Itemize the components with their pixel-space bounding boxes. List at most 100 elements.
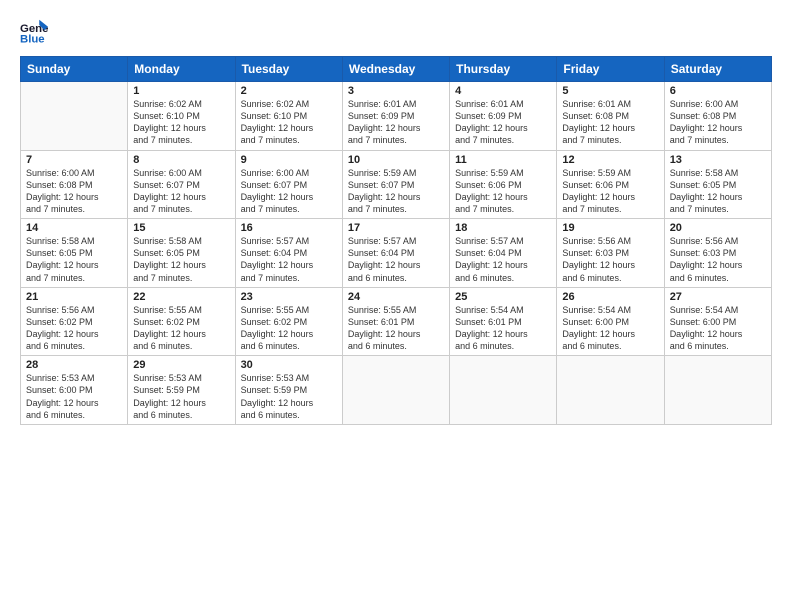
calendar-cell bbox=[342, 356, 449, 425]
day-number: 14 bbox=[26, 222, 122, 234]
day-number: 2 bbox=[241, 85, 337, 97]
calendar-cell: 28Sunrise: 5:53 AM Sunset: 6:00 PM Dayli… bbox=[21, 356, 128, 425]
day-info: Sunrise: 5:54 AM Sunset: 6:00 PM Dayligh… bbox=[562, 304, 658, 353]
calendar-week-row: 7Sunrise: 6:00 AM Sunset: 6:08 PM Daylig… bbox=[21, 150, 772, 219]
calendar-cell: 21Sunrise: 5:56 AM Sunset: 6:02 PM Dayli… bbox=[21, 287, 128, 356]
day-number: 18 bbox=[455, 222, 551, 234]
day-info: Sunrise: 5:58 AM Sunset: 6:05 PM Dayligh… bbox=[26, 235, 122, 284]
day-info: Sunrise: 6:01 AM Sunset: 6:09 PM Dayligh… bbox=[455, 98, 551, 147]
day-number: 23 bbox=[241, 291, 337, 303]
header: General Blue bbox=[20, 18, 772, 46]
day-info: Sunrise: 5:57 AM Sunset: 6:04 PM Dayligh… bbox=[241, 235, 337, 284]
calendar-cell: 7Sunrise: 6:00 AM Sunset: 6:08 PM Daylig… bbox=[21, 150, 128, 219]
calendar-header-row: SundayMondayTuesdayWednesdayThursdayFrid… bbox=[21, 57, 772, 82]
day-number: 30 bbox=[241, 359, 337, 371]
calendar-cell: 2Sunrise: 6:02 AM Sunset: 6:10 PM Daylig… bbox=[235, 82, 342, 151]
day-info: Sunrise: 5:55 AM Sunset: 6:02 PM Dayligh… bbox=[241, 304, 337, 353]
day-number: 20 bbox=[670, 222, 766, 234]
day-number: 25 bbox=[455, 291, 551, 303]
calendar-cell: 5Sunrise: 6:01 AM Sunset: 6:08 PM Daylig… bbox=[557, 82, 664, 151]
day-info: Sunrise: 5:53 AM Sunset: 6:00 PM Dayligh… bbox=[26, 372, 122, 421]
day-info: Sunrise: 5:54 AM Sunset: 6:01 PM Dayligh… bbox=[455, 304, 551, 353]
day-info: Sunrise: 5:55 AM Sunset: 6:01 PM Dayligh… bbox=[348, 304, 444, 353]
day-info: Sunrise: 5:53 AM Sunset: 5:59 PM Dayligh… bbox=[241, 372, 337, 421]
day-number: 26 bbox=[562, 291, 658, 303]
calendar-cell: 14Sunrise: 5:58 AM Sunset: 6:05 PM Dayli… bbox=[21, 219, 128, 288]
day-info: Sunrise: 5:53 AM Sunset: 5:59 PM Dayligh… bbox=[133, 372, 229, 421]
day-number: 16 bbox=[241, 222, 337, 234]
calendar-week-row: 14Sunrise: 5:58 AM Sunset: 6:05 PM Dayli… bbox=[21, 219, 772, 288]
day-number: 8 bbox=[133, 154, 229, 166]
day-number: 27 bbox=[670, 291, 766, 303]
weekday-header: Tuesday bbox=[235, 57, 342, 82]
calendar-cell: 25Sunrise: 5:54 AM Sunset: 6:01 PM Dayli… bbox=[450, 287, 557, 356]
day-info: Sunrise: 5:59 AM Sunset: 6:06 PM Dayligh… bbox=[562, 167, 658, 216]
calendar-week-row: 21Sunrise: 5:56 AM Sunset: 6:02 PM Dayli… bbox=[21, 287, 772, 356]
day-info: Sunrise: 5:58 AM Sunset: 6:05 PM Dayligh… bbox=[133, 235, 229, 284]
calendar-cell: 4Sunrise: 6:01 AM Sunset: 6:09 PM Daylig… bbox=[450, 82, 557, 151]
day-info: Sunrise: 6:02 AM Sunset: 6:10 PM Dayligh… bbox=[133, 98, 229, 147]
day-info: Sunrise: 6:00 AM Sunset: 6:07 PM Dayligh… bbox=[133, 167, 229, 216]
day-info: Sunrise: 5:57 AM Sunset: 6:04 PM Dayligh… bbox=[348, 235, 444, 284]
calendar-week-row: 28Sunrise: 5:53 AM Sunset: 6:00 PM Dayli… bbox=[21, 356, 772, 425]
day-number: 4 bbox=[455, 85, 551, 97]
day-info: Sunrise: 6:01 AM Sunset: 6:08 PM Dayligh… bbox=[562, 98, 658, 147]
day-number: 24 bbox=[348, 291, 444, 303]
calendar-cell: 18Sunrise: 5:57 AM Sunset: 6:04 PM Dayli… bbox=[450, 219, 557, 288]
day-info: Sunrise: 5:55 AM Sunset: 6:02 PM Dayligh… bbox=[133, 304, 229, 353]
day-info: Sunrise: 6:01 AM Sunset: 6:09 PM Dayligh… bbox=[348, 98, 444, 147]
calendar-cell: 11Sunrise: 5:59 AM Sunset: 6:06 PM Dayli… bbox=[450, 150, 557, 219]
logo-icon: General Blue bbox=[20, 18, 48, 46]
calendar-week-row: 1Sunrise: 6:02 AM Sunset: 6:10 PM Daylig… bbox=[21, 82, 772, 151]
day-info: Sunrise: 5:58 AM Sunset: 6:05 PM Dayligh… bbox=[670, 167, 766, 216]
day-number: 13 bbox=[670, 154, 766, 166]
logo: General Blue bbox=[20, 18, 52, 46]
calendar-cell: 6Sunrise: 6:00 AM Sunset: 6:08 PM Daylig… bbox=[664, 82, 771, 151]
day-number: 10 bbox=[348, 154, 444, 166]
day-number: 22 bbox=[133, 291, 229, 303]
day-info: Sunrise: 6:00 AM Sunset: 6:07 PM Dayligh… bbox=[241, 167, 337, 216]
calendar-cell: 29Sunrise: 5:53 AM Sunset: 5:59 PM Dayli… bbox=[128, 356, 235, 425]
day-number: 6 bbox=[670, 85, 766, 97]
calendar-cell: 1Sunrise: 6:02 AM Sunset: 6:10 PM Daylig… bbox=[128, 82, 235, 151]
calendar-cell: 3Sunrise: 6:01 AM Sunset: 6:09 PM Daylig… bbox=[342, 82, 449, 151]
day-info: Sunrise: 5:54 AM Sunset: 6:00 PM Dayligh… bbox=[670, 304, 766, 353]
day-info: Sunrise: 5:56 AM Sunset: 6:03 PM Dayligh… bbox=[670, 235, 766, 284]
calendar-cell: 20Sunrise: 5:56 AM Sunset: 6:03 PM Dayli… bbox=[664, 219, 771, 288]
weekday-header: Saturday bbox=[664, 57, 771, 82]
calendar-cell: 10Sunrise: 5:59 AM Sunset: 6:07 PM Dayli… bbox=[342, 150, 449, 219]
calendar-cell: 23Sunrise: 5:55 AM Sunset: 6:02 PM Dayli… bbox=[235, 287, 342, 356]
day-info: Sunrise: 5:56 AM Sunset: 6:03 PM Dayligh… bbox=[562, 235, 658, 284]
day-number: 9 bbox=[241, 154, 337, 166]
calendar-cell bbox=[557, 356, 664, 425]
day-info: Sunrise: 6:02 AM Sunset: 6:10 PM Dayligh… bbox=[241, 98, 337, 147]
day-number: 3 bbox=[348, 85, 444, 97]
calendar-cell: 9Sunrise: 6:00 AM Sunset: 6:07 PM Daylig… bbox=[235, 150, 342, 219]
day-number: 19 bbox=[562, 222, 658, 234]
calendar-cell bbox=[664, 356, 771, 425]
day-info: Sunrise: 6:00 AM Sunset: 6:08 PM Dayligh… bbox=[670, 98, 766, 147]
calendar-cell bbox=[21, 82, 128, 151]
weekday-header: Monday bbox=[128, 57, 235, 82]
day-info: Sunrise: 6:00 AM Sunset: 6:08 PM Dayligh… bbox=[26, 167, 122, 216]
day-info: Sunrise: 5:59 AM Sunset: 6:06 PM Dayligh… bbox=[455, 167, 551, 216]
calendar-cell: 30Sunrise: 5:53 AM Sunset: 5:59 PM Dayli… bbox=[235, 356, 342, 425]
day-number: 5 bbox=[562, 85, 658, 97]
calendar-cell: 19Sunrise: 5:56 AM Sunset: 6:03 PM Dayli… bbox=[557, 219, 664, 288]
day-info: Sunrise: 5:59 AM Sunset: 6:07 PM Dayligh… bbox=[348, 167, 444, 216]
calendar-cell: 24Sunrise: 5:55 AM Sunset: 6:01 PM Dayli… bbox=[342, 287, 449, 356]
day-number: 7 bbox=[26, 154, 122, 166]
day-number: 21 bbox=[26, 291, 122, 303]
calendar-cell: 13Sunrise: 5:58 AM Sunset: 6:05 PM Dayli… bbox=[664, 150, 771, 219]
day-info: Sunrise: 5:57 AM Sunset: 6:04 PM Dayligh… bbox=[455, 235, 551, 284]
calendar-cell: 22Sunrise: 5:55 AM Sunset: 6:02 PM Dayli… bbox=[128, 287, 235, 356]
calendar-cell bbox=[450, 356, 557, 425]
calendar-cell: 12Sunrise: 5:59 AM Sunset: 6:06 PM Dayli… bbox=[557, 150, 664, 219]
day-number: 29 bbox=[133, 359, 229, 371]
day-number: 17 bbox=[348, 222, 444, 234]
calendar-cell: 8Sunrise: 6:00 AM Sunset: 6:07 PM Daylig… bbox=[128, 150, 235, 219]
day-number: 28 bbox=[26, 359, 122, 371]
weekday-header: Friday bbox=[557, 57, 664, 82]
weekday-header: Thursday bbox=[450, 57, 557, 82]
weekday-header: Wednesday bbox=[342, 57, 449, 82]
